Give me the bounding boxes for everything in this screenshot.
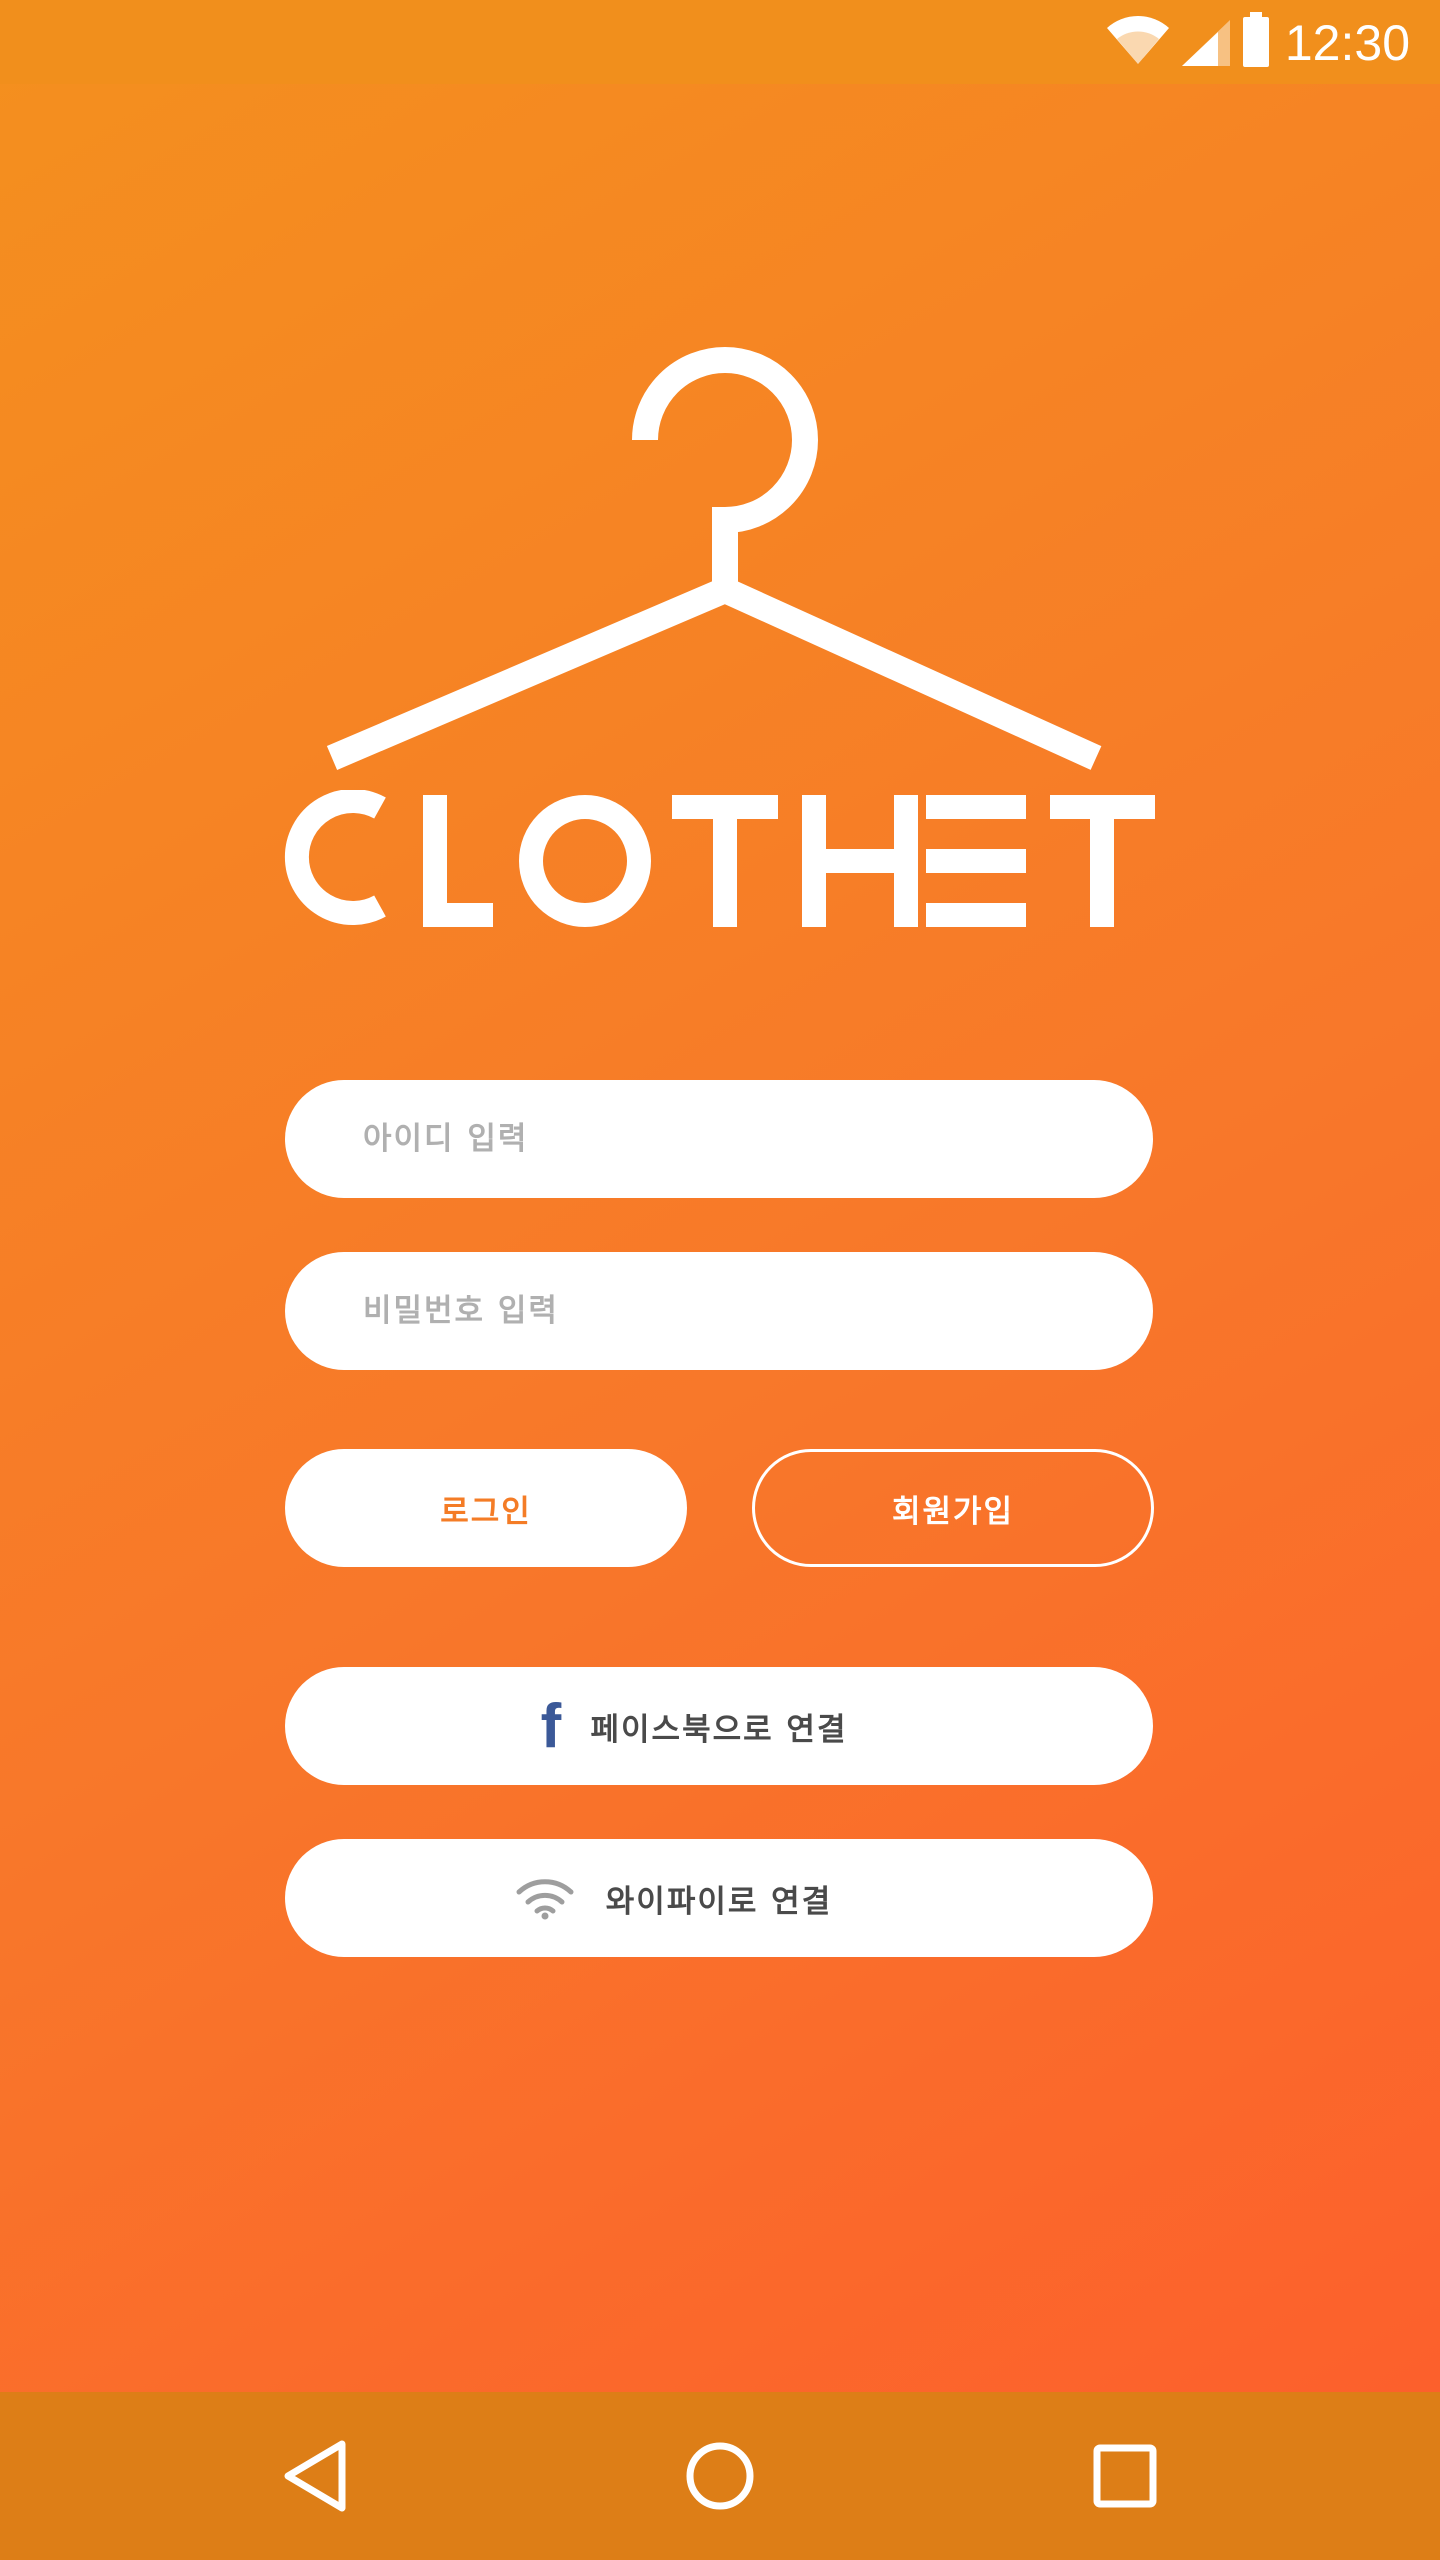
password-input[interactable] <box>285 1252 1153 1370</box>
login-button[interactable]: 로그인 <box>285 1449 687 1567</box>
back-button[interactable] <box>275 2436 355 2516</box>
signal-icon <box>1182 20 1230 66</box>
wifi-connect-button[interactable]: 와이파이로 연결 <box>285 1839 1153 1957</box>
facebook-connect-button[interactable]: f 페이스북으로 연결 <box>285 1667 1153 1785</box>
status-time: 12:30 <box>1284 15 1410 71</box>
navigation-bar <box>0 2392 1440 2560</box>
home-button[interactable] <box>680 2436 760 2516</box>
wifi-connect-label: 와이파이로 연결 <box>605 1883 833 1920</box>
wifi-icon <box>1107 15 1169 64</box>
home-icon <box>686 2442 754 2510</box>
logo-wordmark <box>284 790 1155 927</box>
recents-button[interactable] <box>1085 2436 1165 2516</box>
signup-button[interactable]: 회원가입 <box>752 1449 1154 1567</box>
status-bar: 12:30 <box>0 0 1440 84</box>
clothet-logo <box>280 340 1160 944</box>
battery-icon <box>1243 12 1269 67</box>
id-input[interactable] <box>285 1080 1153 1198</box>
recents-icon <box>1093 2444 1157 2508</box>
signup-button-label: 회원가입 <box>891 1493 1015 1530</box>
facebook-connect-label: 페이스북으로 연결 <box>590 1711 848 1748</box>
facebook-icon: f <box>540 1691 562 1761</box>
wifi-icon <box>490 1865 600 1931</box>
login-button-label: 로그인 <box>440 1493 532 1530</box>
back-icon <box>284 2440 346 2512</box>
